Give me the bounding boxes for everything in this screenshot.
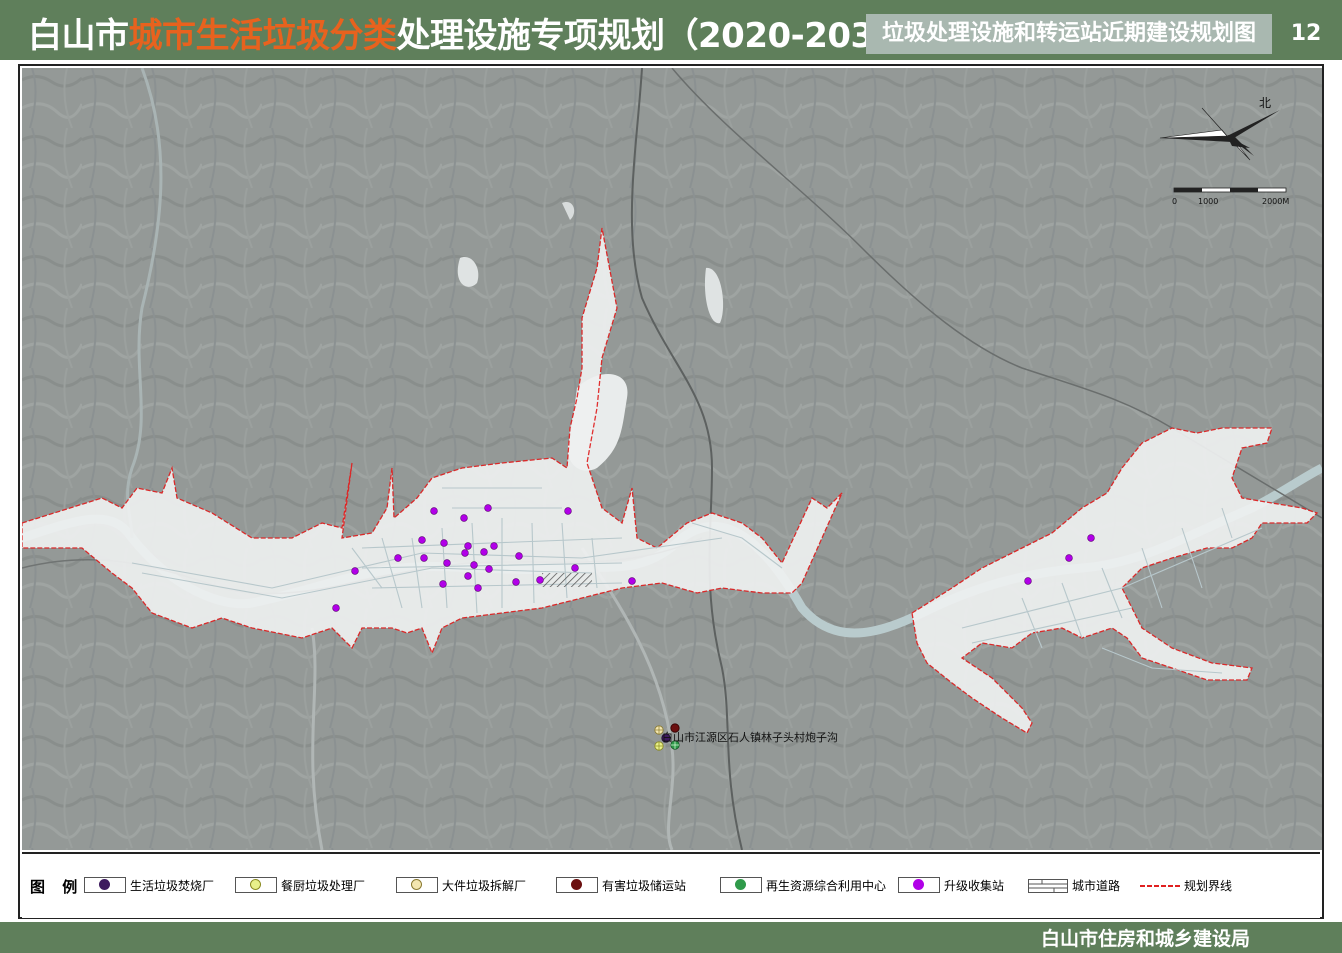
title-part1: 白山市: [28, 16, 129, 56]
collection-station: [536, 576, 544, 584]
hatched-area: [542, 573, 592, 587]
collection-station: [515, 552, 523, 560]
legend-label: 大件垃圾拆解厂: [442, 878, 527, 893]
legend-label: 餐厨垃圾处理厂: [281, 878, 366, 893]
legend-item-incineration: 生活垃圾焚烧厂: [84, 876, 214, 894]
header-bar: 白山市城市生活垃圾分类处理设施专项规划（2020-2035年） 垃圾处理设施和转…: [0, 0, 1342, 60]
legend-item-collection-station: 升级收集站: [898, 876, 1004, 894]
scale-label-2000: 2000M: [1262, 197, 1290, 206]
legend-label: 再生资源综合利用中心: [766, 878, 887, 893]
title-highlight: 城市生活垃圾分类: [128, 16, 398, 56]
legend-item-bulky-waste: 大件垃圾拆解厂: [396, 876, 526, 894]
collection-station: [351, 567, 359, 575]
bulky-waste-icon: [396, 877, 438, 893]
page-number: 12: [1278, 14, 1334, 54]
collection-station: [564, 507, 572, 515]
collection-station: [1065, 554, 1073, 562]
legend-label: 规划界线: [1184, 878, 1233, 893]
collection-station: [474, 584, 482, 592]
scale-label-0: 0: [1172, 197, 1178, 206]
legend-label: 城市道路: [1072, 878, 1121, 893]
city-road-icon: [1028, 878, 1068, 893]
footer-bar: 白山市住房和城乡建设局: [0, 922, 1342, 953]
legend-item-planning-boundary: 规划界线: [1140, 876, 1232, 894]
collection-station: [490, 542, 498, 550]
collection-station: [484, 504, 492, 512]
collection-station: [418, 536, 426, 544]
collection-station: [480, 548, 488, 556]
incineration-icon: [84, 877, 126, 893]
collection-station: [485, 565, 493, 573]
legend-title: 图 例: [30, 878, 84, 896]
collection-station: [332, 604, 340, 612]
collection-station: [628, 577, 636, 585]
scale-label-1000: 1000: [1198, 197, 1219, 206]
legend-label: 升级收集站: [944, 878, 1005, 893]
collection-station: [443, 559, 451, 567]
collection-station: [394, 554, 402, 562]
collection-station: [464, 542, 472, 550]
north-label: 北: [1259, 96, 1272, 110]
collection-station: [1024, 577, 1032, 585]
legend-item-hazardous-waste: 有害垃圾储运站: [556, 876, 686, 894]
collection-station: [571, 564, 579, 572]
page-title: 白山市城市生活垃圾分类处理设施专项规划（2020-2035年）: [28, 8, 964, 57]
collection-station: [470, 561, 478, 569]
collection-station: [440, 539, 448, 547]
map-view[interactable]: 白山市江源区石人镇林子头村炮子沟 北 0 1000 2000M: [22, 68, 1322, 850]
collection-station: [1087, 534, 1095, 542]
footer-organization: 白山市住房和城乡建设局: [1040, 928, 1250, 950]
legend: 图 例 生活垃圾焚烧厂 餐厨垃圾处理厂 大件垃圾拆解厂 有害垃圾储运站 再生资源…: [22, 852, 1320, 918]
collection-station: [512, 578, 520, 586]
legend-label: 生活垃圾焚烧厂: [130, 878, 215, 893]
collection-station: [439, 580, 447, 588]
kitchen-waste-icon: [235, 877, 277, 893]
collection-station: [461, 549, 469, 557]
collection-station: [430, 507, 438, 515]
collection-station: [420, 554, 428, 562]
collection-station: [460, 514, 468, 522]
collection-station-icon: [898, 877, 940, 893]
collection-station: [464, 572, 472, 580]
legend-item-city-road: 城市道路: [1028, 876, 1120, 894]
site-label: 白山市江源区石人镇林子头村炮子沟: [662, 731, 838, 744]
hazardous-waste-icon: [556, 877, 598, 893]
scale-bar: [1173, 187, 1287, 193]
planning-boundary-icon: [1140, 878, 1180, 892]
subtitle-box: 垃圾处理设施和转运站近期建设规划图: [866, 14, 1272, 54]
legend-label: 有害垃圾储运站: [602, 878, 687, 893]
legend-item-kitchen-waste: 餐厨垃圾处理厂: [235, 876, 365, 894]
legend-item-recycling-center: 再生资源综合利用中心: [720, 876, 886, 894]
map-subtitle: 垃圾处理设施和转运站近期建设规划图: [881, 21, 1256, 46]
recycling-icon: [720, 877, 762, 893]
